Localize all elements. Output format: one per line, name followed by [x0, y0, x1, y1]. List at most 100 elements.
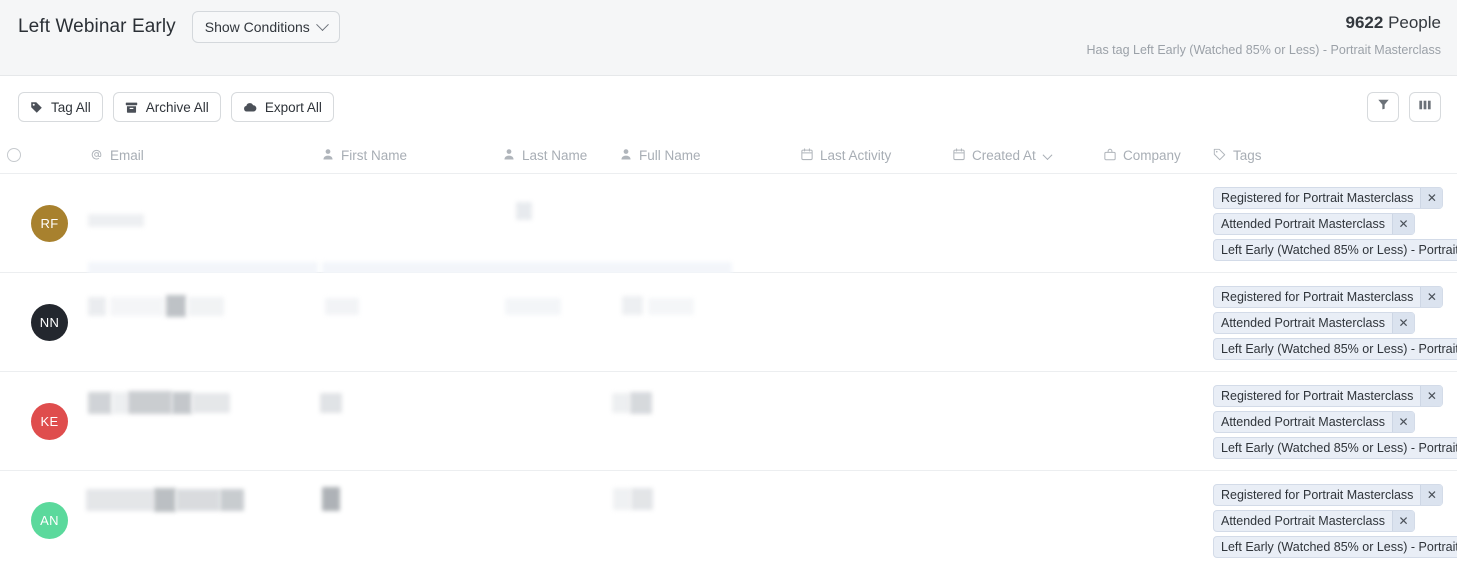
- bulk-actions-group: Tag All Archive All Export All: [18, 92, 334, 122]
- show-conditions-button[interactable]: Show Conditions: [192, 11, 340, 43]
- redacted-full-name-2: [630, 392, 652, 414]
- tag-remove-icon[interactable]: ✕: [1392, 412, 1414, 432]
- column-header-first-name[interactable]: First Name: [322, 138, 407, 174]
- show-conditions-label: Show Conditions: [205, 19, 310, 35]
- redacted-full-name: [612, 393, 630, 413]
- tag-pill[interactable]: Registered for Portrait Masterclass ✕: [1213, 484, 1443, 506]
- view-controls-group: [1367, 92, 1441, 122]
- redacted-first-name: [320, 393, 342, 413]
- table-row[interactable]: NN Nov 10, 2021, 10:30 AM Nov 10, 2021, …: [0, 273, 1457, 372]
- tag-all-button[interactable]: Tag All: [18, 92, 103, 122]
- column-header-created-at[interactable]: Created At: [953, 138, 1051, 174]
- tag-pill[interactable]: Attended Portrait Masterclass ✕: [1213, 510, 1415, 532]
- people-count-number: 9622: [1346, 13, 1384, 32]
- header-right-group: 9622 People Has tag Left Early (Watched …: [1086, 12, 1441, 58]
- redacted-email-4: [188, 297, 224, 316]
- calendar-icon: [953, 148, 965, 164]
- tag-remove-icon[interactable]: ✕: [1392, 214, 1414, 234]
- column-header-company-label: Company: [1123, 138, 1181, 174]
- tag-remove-icon[interactable]: ✕: [1420, 287, 1442, 307]
- tag-label: Registered for Portrait Masterclass: [1214, 485, 1420, 505]
- tag-pill[interactable]: Registered for Portrait Masterclass ✕: [1213, 187, 1443, 209]
- tag-label: Attended Portrait Masterclass: [1214, 214, 1392, 234]
- column-header-company[interactable]: Company: [1104, 138, 1181, 174]
- conditions-description: Has tag Left Early (Watched 85% or Less)…: [1086, 42, 1441, 58]
- column-header-last-activity[interactable]: Last Activity: [801, 138, 891, 174]
- cell-tags: Registered for Portrait Masterclass ✕ At…: [1213, 174, 1457, 273]
- column-header-created-at-label: Created At: [972, 138, 1036, 174]
- tag-label: Left Early (Watched 85% or Less) - Portr…: [1214, 537, 1457, 557]
- redacted-full-name: [516, 202, 532, 220]
- archive-all-button[interactable]: Archive All: [113, 92, 221, 122]
- column-header-tags[interactable]: Tags: [1213, 138, 1262, 174]
- columns-button[interactable]: [1409, 92, 1441, 122]
- redacted-full-name-2: [631, 488, 653, 510]
- cell-tags: Registered for Portrait Masterclass ✕ At…: [1213, 372, 1457, 471]
- table-row[interactable]: KE Nov 10, 2021, 10:14 AM Nov 10, 2021, …: [0, 372, 1457, 471]
- redacted-last-name: [505, 298, 561, 315]
- at-sign-icon: [90, 148, 103, 164]
- tag-all-label: Tag All: [51, 100, 91, 115]
- export-all-button[interactable]: Export All: [231, 92, 334, 122]
- tag-pill[interactable]: Attended Portrait Masterclass ✕: [1213, 213, 1415, 235]
- tag-label: Attended Portrait Masterclass: [1214, 511, 1392, 531]
- tag-remove-icon[interactable]: ✕: [1420, 188, 1442, 208]
- redacted-email-5: [192, 393, 230, 413]
- calendar-icon: [801, 148, 813, 164]
- select-all-checkbox[interactable]: [7, 148, 21, 162]
- redacted-full-name: [622, 296, 643, 315]
- people-count: 9622 People: [1086, 12, 1441, 34]
- briefcase-icon: [1104, 148, 1116, 164]
- tag-pill[interactable]: Registered for Portrait Masterclass ✕: [1213, 286, 1443, 308]
- filter-button[interactable]: [1367, 92, 1399, 122]
- tag-remove-icon[interactable]: ✕: [1420, 485, 1442, 505]
- avatar[interactable]: RF: [31, 205, 68, 242]
- table-row[interactable]: AN Nov 10, 2021, 9:19 AM Nov 10, 2021, 9…: [0, 471, 1457, 568]
- tag-pill[interactable]: Registered for Portrait Masterclass ✕: [1213, 385, 1443, 407]
- redacted-email-3: [128, 391, 172, 414]
- redacted-email: [86, 489, 154, 511]
- tag-pill[interactable]: Left Early (Watched 85% or Less) - Portr…: [1213, 437, 1457, 459]
- tag-label: Attended Portrait Masterclass: [1214, 412, 1392, 432]
- table-row[interactable]: RF Nov 10, 2021, 10:48 AM Nov 10, 2021, …: [0, 174, 1457, 273]
- tag-remove-icon[interactable]: ✕: [1392, 511, 1414, 531]
- tag-label: Registered for Portrait Masterclass: [1214, 386, 1420, 406]
- redacted-email-2: [154, 488, 176, 512]
- cell-tags: Registered for Portrait Masterclass ✕ At…: [1213, 273, 1457, 372]
- people-table: Email First Name Last Name Full Name Las: [0, 138, 1457, 568]
- tag-pill[interactable]: Left Early (Watched 85% or Less) - Portr…: [1213, 338, 1457, 360]
- redacted-email: [88, 214, 144, 227]
- tag-pill[interactable]: Left Early (Watched 85% or Less) - Portr…: [1213, 536, 1457, 558]
- redacted-full-name-2: [648, 298, 694, 315]
- columns-icon: [1418, 98, 1432, 116]
- tag-remove-icon[interactable]: ✕: [1392, 313, 1414, 333]
- tag-pill[interactable]: Left Early (Watched 85% or Less) - Portr…: [1213, 239, 1457, 261]
- tag-label: Attended Portrait Masterclass: [1214, 313, 1392, 333]
- redacted-email: [88, 297, 106, 316]
- column-header-full-name[interactable]: Full Name: [620, 138, 701, 174]
- table-header-row: Email First Name Last Name Full Name Las: [0, 138, 1457, 174]
- avatar[interactable]: KE: [31, 403, 68, 440]
- avatar[interactable]: NN: [31, 304, 68, 341]
- archive-icon: [125, 101, 138, 114]
- tag-icon: [30, 101, 43, 114]
- redacted-email-3: [176, 489, 220, 511]
- archive-all-label: Archive All: [146, 100, 209, 115]
- column-header-email-label: Email: [110, 138, 144, 174]
- tag-remove-icon[interactable]: ✕: [1420, 386, 1442, 406]
- redacted-email-3: [166, 295, 186, 317]
- tag-pill[interactable]: Attended Portrait Masterclass ✕: [1213, 411, 1415, 433]
- tag-pill[interactable]: Attended Portrait Masterclass ✕: [1213, 312, 1415, 334]
- redacted-email-4: [220, 489, 244, 511]
- column-header-last-name[interactable]: Last Name: [503, 138, 587, 174]
- column-header-tags-label: Tags: [1233, 138, 1262, 174]
- header-left-group: Left Webinar Early Show Conditions: [18, 11, 340, 43]
- redacted-email-4: [172, 392, 192, 414]
- tag-label: Registered for Portrait Masterclass: [1214, 188, 1420, 208]
- redacted-first-name: [322, 487, 340, 511]
- column-header-email[interactable]: Email: [90, 138, 144, 174]
- avatar[interactable]: AN: [31, 502, 68, 539]
- tag-label: Registered for Portrait Masterclass: [1214, 287, 1420, 307]
- export-all-label: Export All: [265, 100, 322, 115]
- sort-chevron-down-icon: [1042, 150, 1052, 160]
